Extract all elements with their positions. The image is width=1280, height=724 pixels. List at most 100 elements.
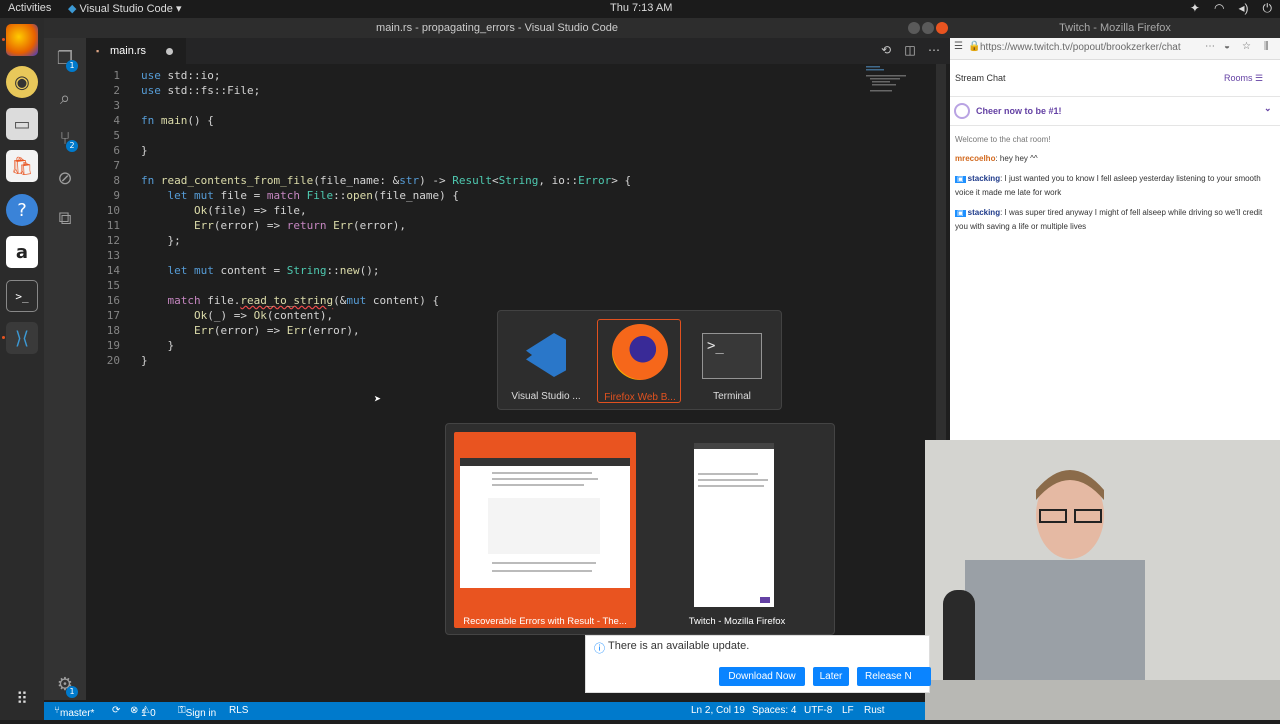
info-icon: ⓘ [594,643,605,655]
code-line[interactable]: 10 Ok(file) => file, [86,204,866,219]
download-now-button[interactable]: Download Now [719,667,805,686]
code-line[interactable]: 7 [86,159,866,174]
window-preview-twitch[interactable]: Twitch - Mozilla Firefox [646,432,828,628]
switcher-app-terminal[interactable]: >_ Terminal [690,319,774,403]
more-icon[interactable]: ⋯ [1205,41,1215,52]
menu-icon[interactable]: ☰ [954,41,963,52]
code-line[interactable]: 6} [86,144,866,159]
show-applications-icon[interactable]: ⠿ [6,682,38,714]
code-line[interactable]: 5 [86,129,866,144]
open-changes-icon[interactable]: ⟲ [878,42,894,58]
code-line[interactable]: 14 let mut content = String::new(); [86,264,866,279]
sign-in-label: Sign in [185,708,217,719]
system-tray[interactable]: ✦ ◠ ◂) ⏻ [1190,1,1272,16]
rls-indicator[interactable]: RLS [229,705,248,716]
code-line[interactable]: 16 match file.read_to_string(&mut conten… [86,294,866,309]
debug-icon[interactable]: ⊘ [54,168,76,190]
branch-indicator[interactable]: ⑂ master* [54,705,94,719]
power-icon[interactable]: ⏻ [1263,1,1273,16]
help-icon[interactable]: ? [6,194,38,226]
files-icon[interactable]: ▭ [6,108,38,140]
vscode-small-icon: ◆ [68,3,77,15]
vscode-icon [526,333,566,377]
line-number: 1 [113,69,120,82]
pocket-icon[interactable]: ◒ [1224,41,1230,52]
search-icon[interactable]: ⌕ [54,88,76,110]
code-line[interactable]: 13 [86,249,866,264]
vscode-titlebar[interactable]: main.rs - propagating_errors - Visual St… [44,18,950,38]
close-button[interactable] [936,22,948,34]
line-number: 8 [113,174,120,187]
amazon-icon[interactable]: a [6,236,38,268]
release-notes-button[interactable]: Release N [857,667,931,686]
code-line[interactable]: 8 fn read_contents_from_file(file_name: &… [86,174,866,189]
window-title: main.rs - propagating_errors - Visual St… [376,22,618,34]
code-line[interactable]: 2 use std::fs::File; [86,84,866,99]
indentation[interactable]: Spaces: 4 [752,705,796,716]
library-icon[interactable]: ⫼ [1264,41,1269,52]
extensions-icon[interactable]: ⧉ [54,208,76,230]
terminal-icon[interactable]: >_ [6,280,38,312]
line-number: 9 [113,189,120,202]
line-number: 6 [113,144,120,157]
window-preview-rust-book[interactable]: Recoverable Errors with Result - The... [454,432,636,628]
chat-username[interactable]: stacking [968,208,1000,217]
eol[interactable]: LF [842,705,854,716]
chevron-down-icon: ▾ [175,3,182,15]
code-line[interactable]: 9 let mut file = match File::open(file_n… [86,189,866,204]
switcher-app-vscode[interactable]: Visual Studio ... [504,319,588,403]
code-text: match file.read_to_string(&mut content) … [167,294,440,307]
rooms-label: Rooms [1224,73,1253,83]
unsaved-dot-icon[interactable] [166,48,173,55]
preview-thumbnail [694,443,774,607]
line-number: 3 [113,99,120,112]
code-line[interactable]: 3 [86,99,866,114]
language-mode[interactable]: Rust [864,705,885,716]
code-text: Ok(_) => Ok(content), [193,309,334,322]
code-line[interactable]: 4 fn main() { [86,114,866,129]
code-line[interactable]: 11 Err(error) => return Err(error), [86,219,866,234]
problems-indicator[interactable]: ⊗ 1 ⚠ 0 [130,705,156,719]
maximize-button[interactable] [922,22,934,34]
app-menu[interactable]: ◆ Visual Studio Code ▾ [68,2,182,15]
activities-button[interactable]: Activities [8,2,51,14]
firefox-icon[interactable] [6,24,38,56]
switcher-app-firefox[interactable]: Firefox Web B... [597,319,681,403]
webcam-video [925,440,1280,720]
minimize-button[interactable] [908,22,920,34]
firefox-titlebar[interactable]: Twitch - Mozilla Firefox [950,18,1280,38]
tab-main-rs[interactable]: ▪ main.rs [86,38,186,64]
cheer-bar[interactable]: Cheer now to be #1! ⌄ [950,96,1280,126]
badge-icon: ▣ [955,210,966,217]
rooms-button[interactable]: Rooms ☰ [1224,73,1263,84]
sign-in-link[interactable]: ⚿ Sign in [178,705,216,719]
minimap[interactable] [866,64,926,104]
sync-icon[interactable]: ⟳ [112,705,120,716]
clock[interactable]: Thu 7:13 AM [610,2,672,14]
chat-username[interactable]: mrecoelho [955,154,995,163]
bookmark-icon[interactable]: ☆ [1242,41,1251,52]
software-center-icon[interactable]: 🛍 [6,150,38,182]
url-text[interactable]: https://www.twitch.tv/popout/brookzerker… [980,42,1200,53]
split-editor-icon[interactable]: ◫ [902,42,918,58]
wifi-icon[interactable]: ◠ [1214,1,1224,16]
window-title: Twitch - Mozilla Firefox [1059,22,1171,34]
code-line[interactable]: 15 [86,279,866,294]
vscode-icon[interactable]: ⟩⟨ [6,322,38,354]
encoding[interactable]: UTF-8 [804,705,832,716]
cursor-position[interactable]: Ln 2, Col 19 [691,705,745,716]
chat-username[interactable]: stacking [968,174,1000,183]
code-text: Err(error) => return Err(error), [193,219,406,232]
volume-icon[interactable]: ◂) [1238,1,1248,16]
code-line[interactable]: 1 use std::io; [86,69,866,84]
rhythmbox-icon[interactable]: ◉ [6,66,38,98]
chevron-down-icon[interactable]: ⌄ [1264,103,1272,114]
url-bar[interactable]: ☰ 🔒 https://www.twitch.tv/popout/brookze… [950,38,1280,60]
running-indicator [2,336,5,339]
more-actions-icon[interactable]: ⋯ [926,42,942,58]
line-number: 7 [113,159,120,172]
later-button[interactable]: Later [813,667,849,686]
code-text: let mut content = String::new(); [167,264,380,277]
dropbox-icon[interactable]: ✦ [1190,1,1200,16]
code-line[interactable]: 12 }; [86,234,866,249]
